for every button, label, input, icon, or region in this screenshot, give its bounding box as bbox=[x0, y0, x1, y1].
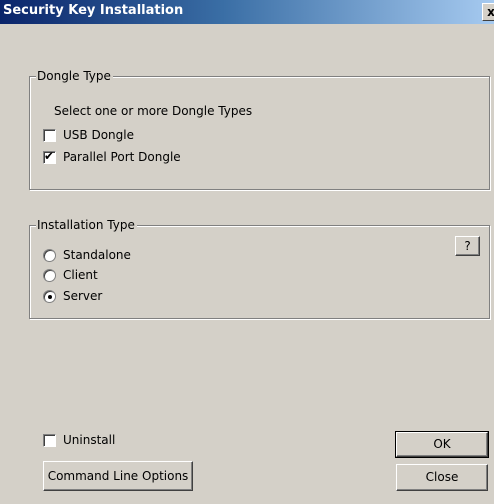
parallel-port-checkbox-row[interactable]: ✔ Parallel Port Dongle bbox=[43, 149, 181, 165]
installation-type-group: Installation Type bbox=[29, 218, 490, 319]
server-radio[interactable] bbox=[43, 289, 56, 303]
standalone-radio-row[interactable]: Standalone bbox=[43, 247, 131, 263]
server-label: Server bbox=[63, 289, 103, 303]
client-radio[interactable] bbox=[43, 268, 56, 282]
parallel-port-checkbox[interactable]: ✔ bbox=[43, 148, 56, 164]
usb-dongle-checkbox[interactable] bbox=[43, 128, 56, 142]
uninstall-label: Uninstall bbox=[63, 433, 116, 447]
dongle-type-legend: Dongle Type bbox=[36, 69, 113, 83]
standalone-radio[interactable] bbox=[43, 248, 56, 262]
uninstall-checkbox-row[interactable]: Uninstall bbox=[43, 432, 115, 448]
help-button[interactable]: ? bbox=[455, 236, 480, 256]
ok-button[interactable]: OK bbox=[395, 431, 489, 458]
usb-dongle-label: USB Dongle bbox=[63, 128, 134, 142]
parallel-port-label: Parallel Port Dongle bbox=[63, 150, 181, 164]
usb-dongle-checkbox-row[interactable]: USB Dongle bbox=[43, 127, 134, 143]
close-button[interactable]: Close bbox=[396, 464, 488, 491]
client-label: Client bbox=[63, 268, 98, 282]
installation-type-legend: Installation Type bbox=[36, 218, 137, 232]
dongle-instruction: Select one or more Dongle Types bbox=[54, 104, 253, 118]
security-key-dialog: Security Key Installation x Dongle Type … bbox=[0, 0, 494, 504]
standalone-label: Standalone bbox=[63, 248, 131, 262]
window-title: Security Key Installation bbox=[3, 3, 184, 18]
client-radio-row[interactable]: Client bbox=[43, 267, 98, 283]
close-icon[interactable]: x bbox=[482, 3, 494, 21]
command-line-options-button[interactable]: Command Line Options bbox=[43, 461, 193, 491]
checkmark-icon: ✔ bbox=[44, 148, 55, 163]
uninstall-checkbox[interactable] bbox=[43, 433, 56, 447]
server-radio-row[interactable]: Server bbox=[43, 288, 102, 304]
title-bar[interactable]: Security Key Installation x bbox=[0, 0, 494, 24]
radio-selected-dot bbox=[48, 294, 52, 299]
